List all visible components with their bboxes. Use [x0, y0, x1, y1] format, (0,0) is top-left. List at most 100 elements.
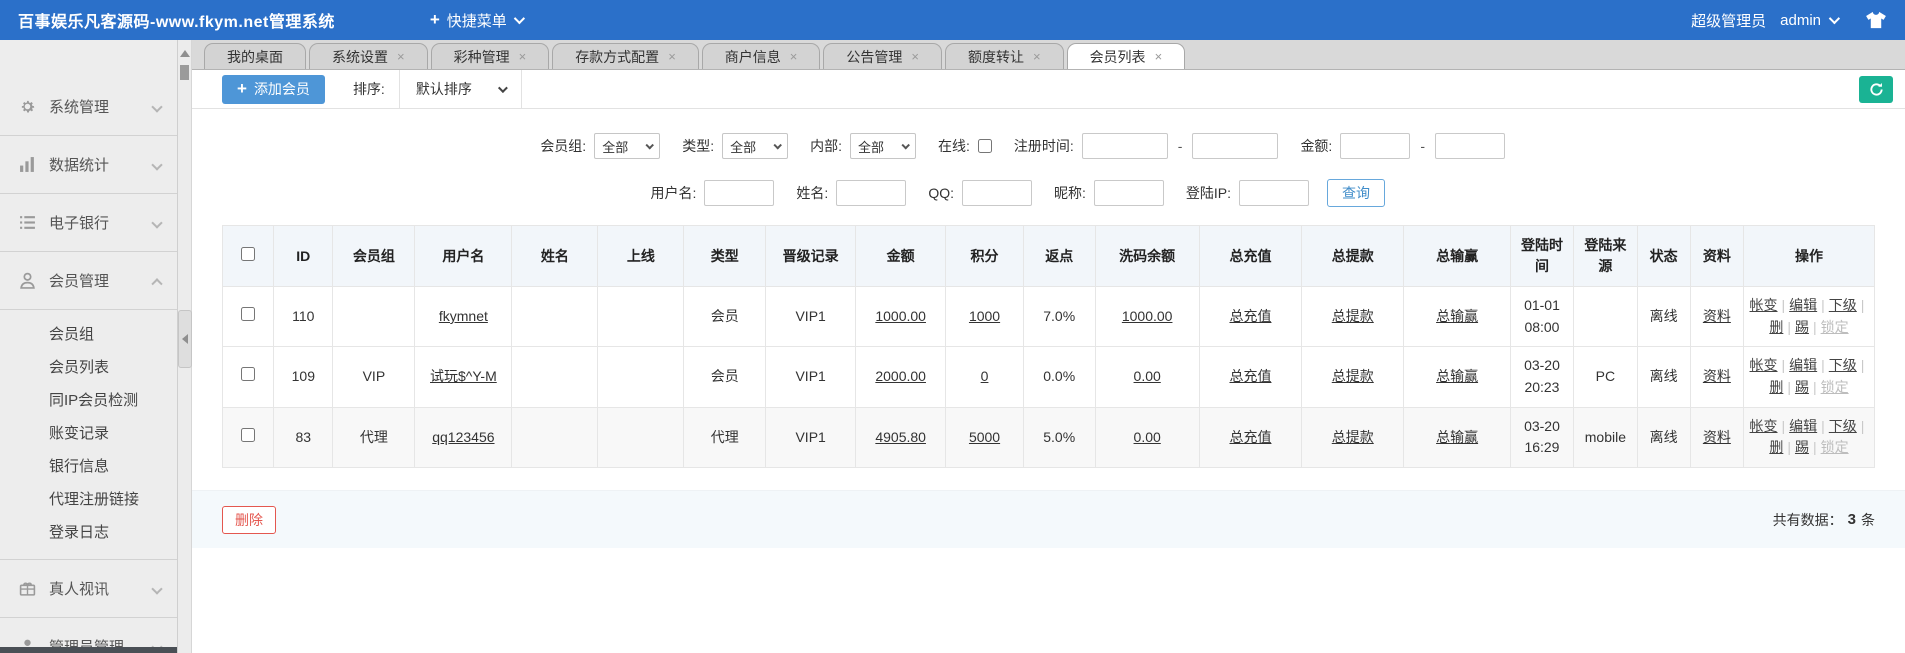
row-checkbox[interactable]: [241, 367, 256, 382]
reg-time-end-input[interactable]: [1192, 133, 1279, 159]
wash-balance-link[interactable]: 1000.00: [1122, 308, 1173, 324]
tab-announcements[interactable]: 公告管理 ×: [823, 43, 942, 69]
name-input[interactable]: [836, 180, 907, 206]
tab-merchant-info[interactable]: 商户信息 ×: [701, 43, 821, 69]
login-ip-input[interactable]: [1239, 180, 1309, 206]
tab-lottery-management[interactable]: 彩种管理 ×: [430, 43, 550, 69]
sidebar-item-statistics[interactable]: 数据统计: [0, 136, 177, 193]
action-edit[interactable]: 编辑: [1789, 357, 1829, 373]
profile-link[interactable]: 资料: [1703, 308, 1731, 324]
sidebar-item-system[interactable]: 系统管理: [0, 78, 177, 135]
sort-select[interactable]: 默认排序: [398, 70, 522, 108]
chevron-down-icon: [645, 141, 655, 150]
profile-link[interactable]: 资料: [1703, 368, 1731, 384]
sidebar-item-live-video[interactable]: 真人视讯: [0, 560, 177, 617]
scroll-thumb[interactable]: [180, 65, 189, 80]
amount-max-input[interactable]: [1435, 133, 1505, 159]
action-lock[interactable]: 锁定: [1821, 319, 1849, 335]
total-withdraw-link[interactable]: 总提款: [1332, 308, 1374, 324]
total-winloss-link[interactable]: 总输赢: [1436, 308, 1478, 324]
action-lock[interactable]: 锁定: [1821, 439, 1849, 455]
sidebar-collapse-handle[interactable]: [178, 310, 192, 368]
action-subordinates[interactable]: 下级: [1829, 418, 1869, 434]
action-delete[interactable]: 删: [1769, 319, 1795, 335]
qq-input[interactable]: [961, 180, 1032, 206]
tab-my-desktop[interactable]: 我的桌面: [204, 43, 306, 69]
action-subordinates[interactable]: 下级: [1829, 297, 1869, 313]
sidebar-item-account-changes[interactable]: 账变记录: [0, 417, 177, 450]
amount-link[interactable]: 1000.00: [875, 308, 926, 324]
sidebar-item-members[interactable]: 会员管理: [0, 252, 177, 309]
refresh-button[interactable]: [1859, 75, 1893, 103]
total-withdraw-link[interactable]: 总提款: [1332, 429, 1374, 445]
tab-deposit-config[interactable]: 存款方式配置 ×: [552, 43, 699, 69]
username-link[interactable]: qq123456: [432, 429, 494, 445]
amount-min-input[interactable]: [1340, 133, 1411, 159]
action-account-change[interactable]: 帐变: [1750, 418, 1790, 434]
chevron-down-icon: [513, 12, 525, 25]
points-link[interactable]: 5000: [969, 429, 1000, 445]
close-icon[interactable]: ×: [790, 49, 798, 64]
wash-balance-link[interactable]: 0.00: [1134, 429, 1161, 445]
row-checkbox[interactable]: [241, 427, 256, 442]
amount-link[interactable]: 2000.00: [875, 368, 926, 384]
profile-link[interactable]: 资料: [1703, 429, 1731, 445]
close-icon[interactable]: ×: [668, 49, 676, 64]
internal-select[interactable]: 全部: [849, 133, 916, 159]
sidebar-item-member-list[interactable]: 会员列表: [0, 351, 177, 384]
wash-balance-link[interactable]: 0.00: [1134, 368, 1161, 384]
close-icon[interactable]: ×: [911, 49, 919, 64]
sidebar-item-member-groups[interactable]: 会员组: [0, 318, 177, 351]
points-link[interactable]: 1000: [969, 308, 1000, 324]
action-edit[interactable]: 编辑: [1789, 418, 1829, 434]
online-checkbox[interactable]: [977, 139, 992, 153]
action-kick[interactable]: 踢: [1795, 379, 1821, 395]
type-select[interactable]: 全部: [722, 133, 789, 159]
action-kick[interactable]: 踢: [1795, 319, 1821, 335]
delete-button[interactable]: 删除: [222, 505, 276, 534]
add-member-button[interactable]: + 添加会员: [222, 74, 325, 104]
total-winloss-link[interactable]: 总输赢: [1436, 368, 1478, 384]
sidebar-item-same-ip-check[interactable]: 同IP会员检测: [0, 384, 177, 417]
points-link[interactable]: 0: [981, 368, 989, 384]
tab-member-list[interactable]: 会员列表 ×: [1066, 43, 1186, 69]
action-subordinates[interactable]: 下级: [1829, 357, 1869, 373]
sidebar-item-bank-info[interactable]: 银行信息: [0, 450, 177, 483]
amount-link[interactable]: 4905.80: [875, 429, 926, 445]
total-deposit-link[interactable]: 总充值: [1229, 368, 1271, 384]
action-kick[interactable]: 踢: [1795, 439, 1821, 455]
theme-tshirt-icon[interactable]: [1865, 11, 1887, 29]
total-deposit-link[interactable]: 总充值: [1229, 429, 1271, 445]
total-deposit-link[interactable]: 总充值: [1229, 308, 1271, 324]
close-icon[interactable]: ×: [1155, 49, 1163, 64]
action-edit[interactable]: 编辑: [1789, 297, 1829, 313]
sidebar-item-login-log[interactable]: 登录日志: [0, 516, 177, 549]
sidebar-item-ebank[interactable]: 电子银行: [0, 194, 177, 251]
query-button[interactable]: 查询: [1327, 179, 1385, 207]
close-icon[interactable]: ×: [397, 49, 405, 64]
username-link[interactable]: 试玩$^Y-M: [430, 368, 497, 384]
action-account-change[interactable]: 帐变: [1750, 297, 1790, 313]
reg-time-start-input[interactable]: [1081, 133, 1168, 159]
total-winloss-link[interactable]: 总输赢: [1436, 429, 1478, 445]
total-withdraw-link[interactable]: 总提款: [1332, 368, 1374, 384]
scroll-up-icon[interactable]: [179, 50, 190, 57]
username-link[interactable]: fkymnet: [439, 308, 488, 324]
quick-menu-button[interactable]: + 快捷菜单: [430, 10, 525, 31]
select-all-checkbox[interactable]: [241, 246, 256, 261]
nickname-input[interactable]: [1093, 180, 1164, 206]
close-icon[interactable]: ×: [519, 49, 527, 64]
list-icon: [20, 216, 35, 229]
member-group-select[interactable]: 全部: [594, 133, 661, 159]
action-delete[interactable]: 删: [1769, 379, 1795, 395]
sidebar-item-agent-reg-link[interactable]: 代理注册链接: [0, 483, 177, 516]
close-icon[interactable]: ×: [1033, 49, 1041, 64]
tab-system-settings[interactable]: 系统设置 ×: [309, 43, 428, 69]
action-account-change[interactable]: 帐变: [1750, 357, 1790, 373]
action-delete[interactable]: 删: [1769, 439, 1795, 455]
row-checkbox[interactable]: [241, 306, 256, 321]
username-input[interactable]: [704, 180, 775, 206]
action-lock[interactable]: 锁定: [1821, 379, 1849, 395]
tab-quota-transfer[interactable]: 额度转让 ×: [944, 43, 1064, 69]
user-menu-button[interactable]: admin: [1780, 12, 1841, 29]
